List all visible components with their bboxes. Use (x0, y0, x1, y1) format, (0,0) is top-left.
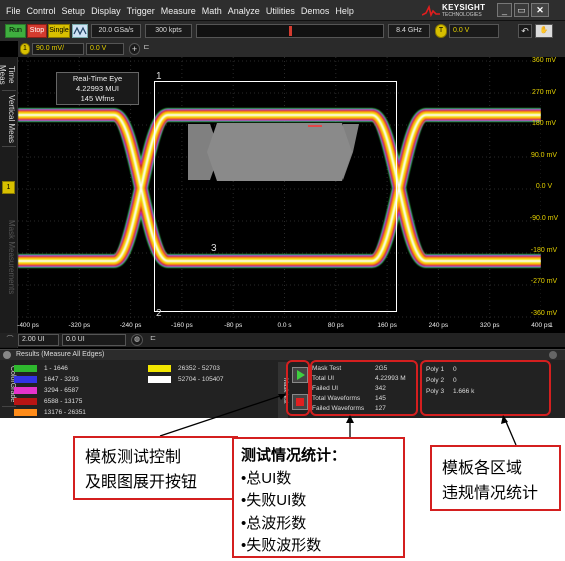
callout-left-line1: 模板测试控制 (85, 449, 182, 466)
callout-poly-stats: 模板各区域 违规情况统计 (430, 445, 561, 511)
callout-left-line2: 及眼图展开按钮 (85, 474, 198, 491)
callout-right-line1: 模板各区域 (442, 460, 523, 477)
callout-middle-title: 测试情况统计： (241, 447, 347, 464)
callout-stat-item: •总波形数 (241, 513, 403, 536)
callout-stat-item: •总UI数 (241, 468, 403, 491)
callout-stat-text: 总波形数 (246, 514, 307, 532)
callout-middle-list: •总UI数 •失败UI数 •总波形数 •失败波形数 (241, 468, 403, 558)
callout-stat-item: •失败波形数 (241, 535, 403, 558)
callout-mask-controls: 模板测试控制 及眼图展开按钮 (73, 436, 238, 500)
callout-stat-text: 失败UI数 (246, 492, 307, 509)
callout-stat-text: 失败波形数 (246, 537, 322, 554)
callout-right-line2: 违规情况统计 (442, 485, 539, 502)
callout-stat-text: 总UI数 (246, 469, 292, 487)
callout-test-stats: 测试情况统计： •总UI数 •失败UI数 •总波形数 •失败波形数 (232, 437, 405, 558)
callout-stat-item: •失败UI数 (241, 490, 403, 513)
